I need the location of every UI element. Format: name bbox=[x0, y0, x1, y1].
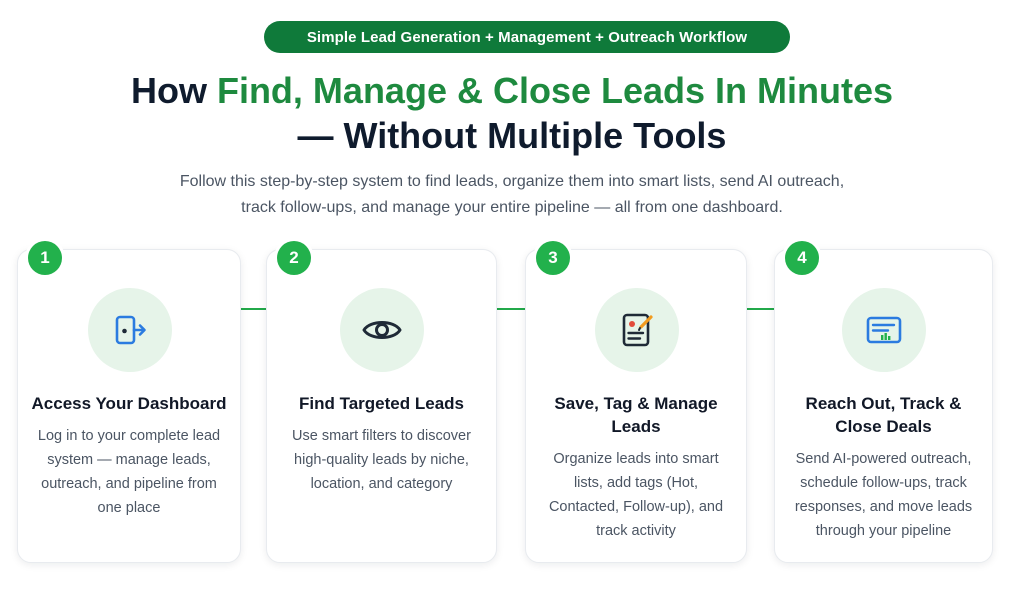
step-number-badge-1: 1 bbox=[28, 241, 62, 275]
title-highlight: Find, Manage & Close Leads In Minutes bbox=[216, 70, 894, 111]
step-card-4: Reach Out, Track & Close Deals Send AI-p… bbox=[774, 249, 993, 563]
step-title: Save, Tag & Manage Leads bbox=[554, 394, 718, 436]
edit-document-icon bbox=[622, 313, 653, 347]
step-connector-2-3 bbox=[496, 308, 525, 310]
step-description: Send AI-powered outreach, schedule follo… bbox=[794, 451, 973, 539]
dashboard-screen-icon bbox=[866, 316, 902, 344]
step-number-badge-4: 4 bbox=[785, 241, 819, 275]
title-prefix: How bbox=[130, 70, 217, 111]
step-description: Organize leads into smart lists, add tag… bbox=[548, 451, 724, 539]
subtitle-line2: track follow-ups, and manage your entire… bbox=[241, 199, 783, 216]
step-title: Access Your Dashboard bbox=[31, 394, 227, 413]
step-connector-1-2 bbox=[240, 308, 266, 310]
step-number-badge-3: 3 bbox=[536, 241, 570, 275]
step-description: Use smart filters to discover high-quali… bbox=[292, 428, 471, 492]
step-connector-3-4 bbox=[747, 308, 774, 310]
eye-icon bbox=[362, 321, 402, 339]
step-card-1: Access Your Dashboard Log in to your com… bbox=[17, 249, 241, 563]
step-card-2: Find Targeted Leads Use smart filters to… bbox=[266, 249, 497, 563]
icon-circle bbox=[340, 288, 424, 372]
step-title: Find Targeted Leads bbox=[299, 394, 464, 413]
subtitle-line1: Follow this step-by-step system to find … bbox=[179, 173, 845, 190]
step-title: Reach Out, Track & Close Deals bbox=[805, 394, 962, 436]
page-title-line1: How Find, Manage & Close Leads In Minute… bbox=[0, 69, 1024, 113]
icon-circle bbox=[842, 288, 926, 372]
login-door-icon bbox=[115, 315, 146, 345]
step-description: Log in to your complete lead system — ma… bbox=[37, 428, 221, 516]
page-title-line2: — Without Multiple Tools bbox=[297, 115, 727, 156]
icon-circle bbox=[595, 288, 679, 372]
icon-circle bbox=[88, 288, 172, 372]
step-card-3: Save, Tag & Manage Leads Organize leads … bbox=[525, 249, 747, 563]
step-number-badge-2: 2 bbox=[277, 241, 311, 275]
workflow-pill-badge: Simple Lead Generation + Management + Ou… bbox=[264, 21, 790, 53]
